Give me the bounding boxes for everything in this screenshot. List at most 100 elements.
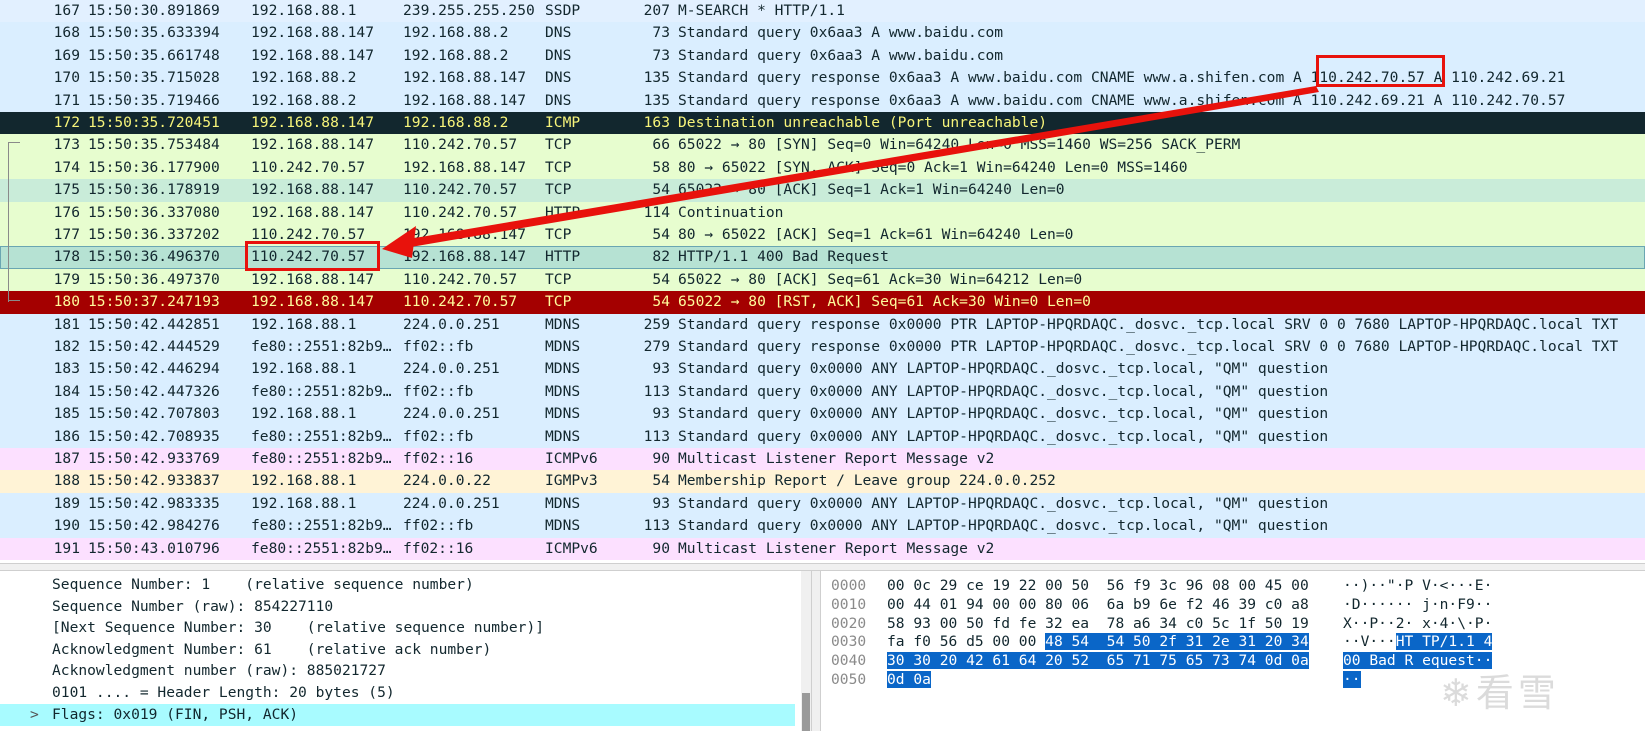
packet-destination: 224.0.0.251 (403, 315, 500, 333)
packet-protocol: MDNS (545, 315, 581, 333)
packet-no: 171 (53, 91, 80, 109)
packet-destination: ff02::fb (403, 427, 474, 445)
detail-row[interactable]: [Next Sequence Number: 30 (relative sequ… (0, 617, 795, 639)
details-scrollbar-thumb[interactable] (802, 693, 810, 731)
bytes-ascii[interactable]: ··)··"·P V·<···E· (1343, 576, 1492, 595)
packet-row[interactable]: 168 15:50:35.633394 192.168.88.147 192.168.… (0, 22, 1645, 45)
expand-chevron-icon[interactable]: > (30, 704, 39, 726)
detail-row[interactable]: Sequence Number: 1 (relative sequence nu… (0, 574, 795, 596)
packet-source: 192.168.88.147 (251, 203, 375, 221)
packet-row[interactable]: 173 15:50:35.753484 192.168.88.147 110.242.… (0, 134, 1645, 157)
detail-row[interactable]: Sequence Number (raw): 854227110 (0, 596, 795, 618)
packet-row[interactable]: 188 15:50:42.933837 192.168.88.1 224.0.0.22… (0, 470, 1645, 493)
detail-row[interactable]: 0101 .... = Header Length: 20 bytes (5) (0, 682, 795, 704)
packet-row[interactable]: 178 15:50:36.496370 110.242.70.57 192.168.8… (0, 246, 1645, 269)
packet-row[interactable]: 185 15:50:42.707803 192.168.88.1 224.0.0.25… (0, 403, 1645, 426)
packet-source: 192.168.88.1 (251, 315, 357, 333)
bytes-hex[interactable]: fa f0 56 d5 00 00 48 54 54 50 2f 31 2e 3… (887, 632, 1309, 651)
bytes-ascii-selected: HT TP/1.1 4 (1395, 633, 1493, 651)
bytes-hex[interactable]: 0d 0a (887, 670, 931, 689)
packet-info: Membership Report / Leave group 224.0.0.… (678, 472, 1056, 490)
packet-info: Standard query 0x0000 ANY LAPTOP-HPQRDAQ… (678, 382, 1329, 400)
packet-length: 135 (643, 91, 670, 109)
bytes-hex-selected: 0d 0a (887, 671, 931, 688)
packet-row[interactable]: 181 15:50:42.442851 192.168.88.1 224.0.0.25… (0, 313, 1645, 336)
packet-no: 189 (53, 494, 80, 512)
pane-splitter-horizontal[interactable] (0, 563, 1645, 571)
packet-row[interactable]: 187 15:50:42.933769 fe80::2551:82b9… ff02::… (0, 448, 1645, 471)
packet-list[interactable]: 167 15:50:30.891869 192.168.88.1 239.255.25… (0, 0, 1645, 563)
packet-row[interactable]: 189 15:50:42.983335 192.168.88.1 224.0.0.25… (0, 492, 1645, 516)
packet-row[interactable]: 190 15:50:42.984276 fe80::2551:82b9… ff02::… (0, 515, 1645, 538)
packet-length: 73 (652, 46, 670, 64)
detail-row[interactable]: Acknowledgment Number: 61 (relative ack … (0, 639, 795, 661)
packet-time: 15:50:37.247193 (88, 293, 220, 311)
bytes-hex[interactable]: 00 44 01 94 00 00 80 06 6a b9 6e f2 46 3… (887, 595, 1309, 614)
bytes-hex[interactable]: 00 0c 29 ce 19 22 00 50 56 f9 3c 96 08 0… (887, 576, 1309, 595)
packet-row[interactable]: 169 15:50:35.661748 192.168.88.147 192.168.… (0, 44, 1645, 68)
packet-source: 192.168.88.147 (251, 136, 375, 154)
packet-info: Standard query 0x0000 ANY LAPTOP-HPQRDAQ… (678, 494, 1329, 512)
packet-no: 191 (53, 539, 80, 557)
packet-time: 15:50:36.337202 (88, 226, 220, 243)
packet-row[interactable]: 191 15:50:43.010796 fe80::2551:82b9… ff02::… (0, 537, 1645, 560)
bytes-hex[interactable]: 58 93 00 50 fd fe 32 ea 78 a6 34 c0 5c 1… (887, 614, 1309, 633)
packet-time: 15:50:42.933837 (88, 472, 220, 490)
packet-row[interactable]: 182 15:50:42.444529 fe80::2551:82b9… ff02::… (0, 336, 1645, 359)
bytes-hex-plain: fa f0 56 d5 00 00 (887, 633, 1046, 651)
packet-destination: 192.168.88.2 (403, 24, 509, 42)
packet-row[interactable]: 186 15:50:42.708935 fe80::2551:82b9… ff02::… (0, 425, 1645, 448)
packet-row[interactable]: 180 15:50:37.247193 192.168.88.147 110.242.… (0, 291, 1645, 314)
packet-protocol: DNS (545, 46, 572, 64)
packet-time: 15:50:42.707803 (88, 405, 220, 423)
packet-row[interactable]: 179 15:50:36.497370 192.168.88.147 110.242.… (0, 268, 1645, 292)
packet-row[interactable]: 172 15:50:35.720451 192.168.88.147 192.168.… (0, 112, 1645, 135)
bytes-offset: 0030 (831, 633, 867, 651)
packet-row[interactable]: 167 15:50:30.891869 192.168.88.1 239.255.25… (0, 0, 1645, 23)
packet-row[interactable]: 183 15:50:42.446294 192.168.88.1 224.0.0.25… (0, 358, 1645, 381)
bytes-hex[interactable]: 30 30 20 42 61 64 20 52 65 71 75 65 73 7… (887, 651, 1309, 670)
packet-row[interactable]: 177 15:50:36.337202 110.242.70.57 192.168.8… (0, 224, 1645, 247)
packet-row[interactable]: 171 15:50:35.719466 192.168.88.2 192.168.88… (0, 89, 1645, 112)
packet-no: 183 (53, 360, 80, 378)
bytes-ascii[interactable]: X··P··2· x·4·\·P· (1343, 614, 1492, 633)
bytes-row: 0040 30 30 20 42 61 64 20 52 65 71 75 65 … (821, 651, 1645, 670)
bytes-ascii[interactable]: ·· (1343, 670, 1361, 689)
packet-length: 54 (652, 226, 670, 243)
detail-text: 0101 .... = Header Length: 20 bytes (5) (52, 684, 395, 701)
packet-row[interactable]: 174 15:50:36.177900 110.242.70.57 192.168.8… (0, 156, 1645, 180)
packet-length: 66 (652, 136, 670, 154)
packet-row[interactable]: 184 15:50:42.447326 fe80::2551:82b9… ff02::… (0, 380, 1645, 404)
packet-length: 54 (652, 293, 670, 311)
detail-row[interactable]: Acknowledgment number (raw): 885021727 (0, 660, 795, 682)
packet-length: 73 (652, 24, 670, 42)
bytes-ascii[interactable]: ·D······ j·n·F9·· (1343, 595, 1492, 614)
packet-no: 185 (53, 405, 80, 423)
bytes-hex-plain: 00 44 01 94 00 00 80 06 6a b9 6e f2 46 3… (887, 595, 1309, 613)
bytes-ascii[interactable]: 00 Bad R equest·· (1343, 651, 1493, 670)
packet-source: 192.168.88.1 (251, 472, 357, 490)
packet-time: 15:50:42.708935 (88, 427, 220, 445)
packet-row[interactable]: 176 15:50:36.337080 192.168.88.147 110.242.… (0, 201, 1645, 224)
packet-row[interactable]: 175 15:50:36.178919 192.168.88.147 110.242.… (0, 179, 1645, 202)
packet-protocol: MDNS (545, 338, 581, 355)
packet-no: 188 (53, 472, 80, 490)
packet-protocol: SSDP (545, 2, 581, 19)
bytes-ascii-plain: ·D······ j·n·F9·· (1343, 595, 1493, 613)
packet-details-pane[interactable]: Sequence Number: 1 (relative sequence nu… (0, 571, 795, 731)
packet-length: 54 (652, 181, 670, 199)
packet-time: 15:50:36.497370 (88, 270, 220, 288)
packet-info: Standard query response 0x0000 PTR LAPTO… (678, 315, 1619, 333)
bytes-hex-plain: 00 0c 29 ce 19 22 00 50 56 f9 3c 96 08 0… (887, 577, 1309, 594)
packet-source: fe80::2551:82b9… (251, 427, 392, 445)
packet-protocol: ICMPv6 (545, 539, 598, 557)
packet-bytes-pane[interactable]: 0000 00 0c 29 ce 19 22 00 50 56 f9 3c 96 … (821, 571, 1645, 731)
pane-splitter-vertical[interactable] (811, 571, 821, 731)
detail-row[interactable]: > Flags: 0x019 (FIN, PSH, ACK) (0, 703, 795, 726)
packet-time: 15:50:42.447326 (88, 382, 220, 400)
packet-protocol: TCP (545, 270, 572, 288)
details-scrollbar[interactable] (801, 571, 811, 731)
packet-row[interactable]: 170 15:50:35.715028 192.168.88.2 192.168.88… (0, 67, 1645, 90)
bytes-ascii[interactable]: ··V···HT TP/1.1 4 (1343, 632, 1493, 651)
detail-text: [Next Sequence Number: 30 (relative sequ… (52, 619, 545, 637)
